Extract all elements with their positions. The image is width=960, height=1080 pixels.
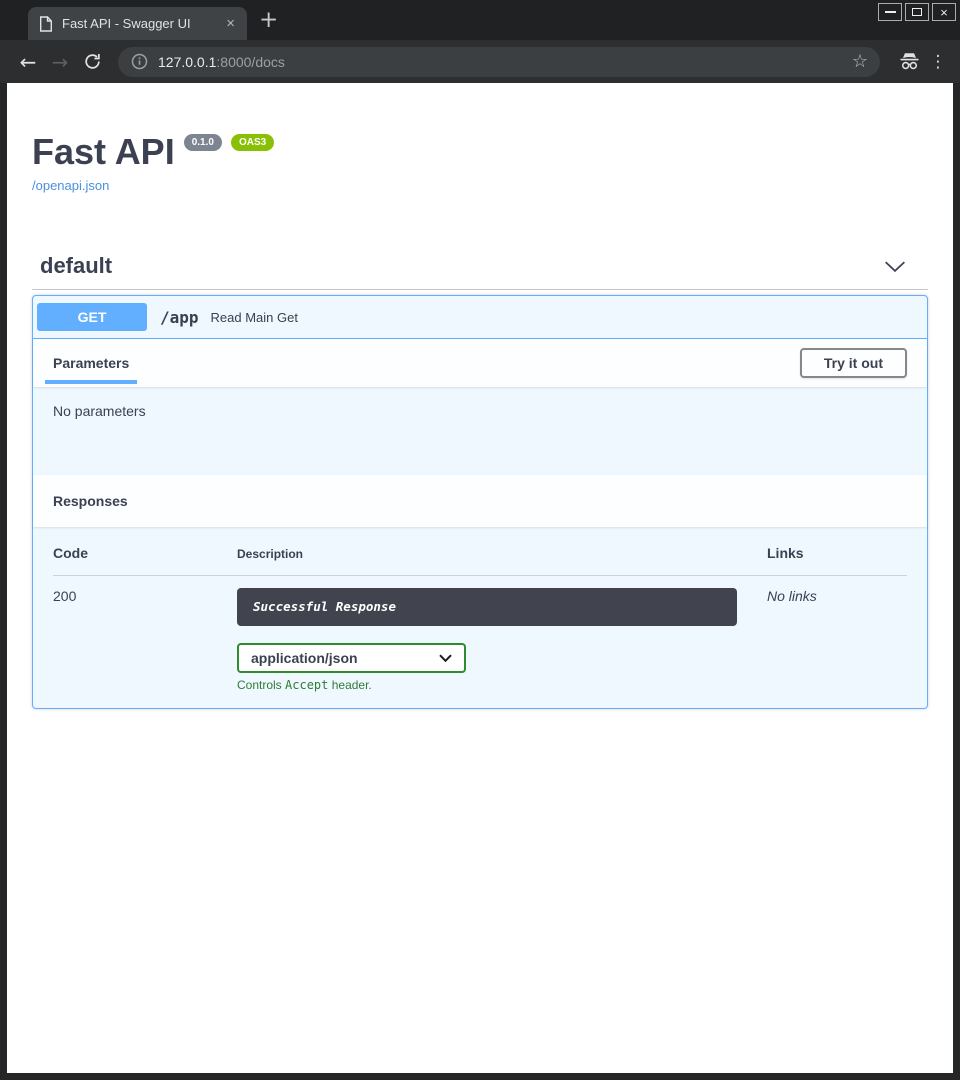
accept-note-suffix: header.	[328, 678, 371, 692]
openapi-spec-link[interactable]: /openapi.json	[32, 178, 109, 193]
response-description-text: Successful Response	[253, 599, 396, 614]
back-icon[interactable]: ←	[12, 50, 44, 74]
incognito-icon	[892, 51, 926, 72]
swagger-ui: Fast API 0.1.0 OAS3 /openapi.json default …	[7, 83, 953, 709]
page-title: Fast API	[32, 131, 175, 173]
operation-summary[interactable]: GET /app Read Main Get	[33, 296, 927, 339]
opblock-get-app: GET /app Read Main Get Parameters Try it…	[32, 295, 928, 709]
bookmark-star-icon[interactable]: ☆	[852, 51, 868, 72]
page-viewport: Fast API 0.1.0 OAS3 /openapi.json default …	[7, 83, 953, 1073]
no-parameters-text: No parameters	[53, 403, 146, 419]
window-controls: ×	[878, 3, 956, 21]
tab-parameters[interactable]: Parameters	[53, 355, 129, 371]
tab-title: Fast API - Swagger UI	[62, 16, 224, 31]
column-header-links: Links	[767, 545, 907, 561]
chevron-down-icon[interactable]	[884, 261, 906, 272]
media-type-select[interactable]: application/json	[237, 643, 466, 673]
response-row-200: 200 Successful Response application/json	[53, 576, 907, 692]
method-badge: GET	[37, 303, 147, 331]
address-bar[interactable]: 127.0.0.1:8000/docs ☆	[118, 47, 880, 77]
forward-icon[interactable]: →	[44, 50, 76, 74]
operation-path: /app	[160, 308, 199, 327]
responses-table-header: Code Description Links	[53, 545, 907, 576]
operation-summary-text: Read Main Get	[211, 310, 298, 325]
column-header-description: Description	[237, 545, 767, 561]
url-host: 127.0.0.1	[158, 54, 216, 70]
refresh-icon[interactable]	[76, 52, 108, 71]
responses-table: Code Description Links 200 Successful Re…	[33, 527, 927, 708]
try-it-out-button[interactable]: Try it out	[800, 348, 907, 378]
maximize-button[interactable]	[905, 3, 929, 21]
browser-window: Fast API - Swagger UI × + × ← → 127.0.0.…	[0, 0, 960, 1073]
media-type-value: application/json	[251, 650, 358, 666]
version-badge: 0.1.0	[184, 134, 222, 151]
tab-close-icon[interactable]: ×	[224, 16, 237, 31]
response-description-cell: Successful Response application/json Con…	[237, 588, 767, 692]
column-header-code: Code	[53, 545, 237, 561]
titlebar: Fast API - Swagger UI × + ×	[0, 0, 960, 40]
accept-note-prefix: Controls	[237, 678, 285, 692]
url-text: 127.0.0.1:8000/docs	[158, 54, 285, 70]
browser-toolbar: ← → 127.0.0.1:8000/docs ☆	[0, 40, 960, 83]
response-code: 200	[53, 588, 237, 692]
parameters-header: Parameters Try it out	[33, 339, 927, 387]
api-info: Fast API 0.1.0 OAS3 /openapi.json	[32, 131, 928, 195]
document-icon	[39, 16, 53, 32]
responses-title: Responses	[53, 493, 128, 509]
accept-header-note: Controls Accept header.	[237, 678, 767, 692]
tag-section-default: default GET /app Read Main Get Parameter…	[32, 245, 928, 709]
responses-header: Responses	[33, 475, 927, 527]
minimize-button[interactable]	[878, 3, 902, 21]
minimize-icon	[885, 11, 896, 13]
select-chevron-icon	[439, 654, 452, 662]
response-links: No links	[767, 588, 907, 692]
maximize-icon	[912, 8, 922, 16]
response-description-box: Successful Response	[237, 588, 737, 626]
site-info-icon[interactable]	[131, 53, 148, 70]
browser-menu-icon[interactable]: ⋮	[926, 52, 950, 72]
oas3-badge: OAS3	[231, 134, 274, 151]
close-button[interactable]: ×	[932, 3, 956, 21]
tag-name: default	[40, 253, 112, 279]
new-tab-button[interactable]: +	[259, 9, 278, 31]
url-path: :8000/docs	[216, 54, 285, 70]
accept-note-code: Accept	[285, 678, 328, 692]
tag-header[interactable]: default	[32, 245, 928, 290]
browser-tab[interactable]: Fast API - Swagger UI ×	[28, 7, 247, 40]
parameters-body: No parameters	[33, 387, 927, 475]
